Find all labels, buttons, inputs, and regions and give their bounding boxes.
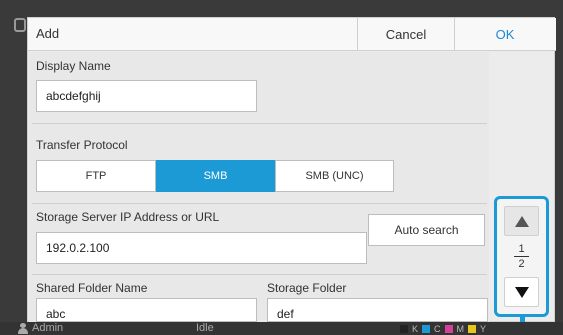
ink-y-label: Y <box>480 323 487 334</box>
form-panel: Display Name abcdefghij Transfer Protoco… <box>29 52 489 322</box>
ink-m-label: M <box>456 323 465 334</box>
separator <box>32 203 487 204</box>
ok-button[interactable]: OK <box>454 18 555 51</box>
background-icon <box>14 18 26 32</box>
protocol-option-smb-unc[interactable]: SMB (UNC) <box>275 160 394 192</box>
transfer-protocol-label: Transfer Protocol <box>36 138 128 152</box>
user-name: Admin <box>32 322 64 334</box>
add-dialog: Add Cancel OK Display Name abcdefghij Tr… <box>27 17 556 322</box>
display-name-input[interactable]: abcdefghij <box>36 80 257 112</box>
separator <box>32 123 487 124</box>
ink-k-label: K <box>412 323 419 334</box>
page-down-button[interactable] <box>504 277 539 307</box>
shared-folder-input[interactable]: abc <box>36 298 257 322</box>
protocol-option-ftp[interactable]: FTP <box>36 160 156 192</box>
shared-folder-label: Shared Folder Name <box>36 281 148 295</box>
total-page-number: 2 <box>518 258 525 270</box>
auto-search-button[interactable]: Auto search <box>368 214 485 246</box>
page-up-button[interactable] <box>504 206 539 236</box>
status-bar: Admin Idle K C M Y <box>0 322 563 335</box>
cancel-button[interactable]: Cancel <box>357 18 454 51</box>
page-navigator: 1 2 <box>494 196 549 317</box>
page-fraction-line <box>514 256 529 257</box>
display-name-label: Display Name <box>36 59 111 73</box>
ink-y-icon <box>468 325 477 333</box>
separator <box>32 274 487 275</box>
dialog-title: Add <box>36 26 60 41</box>
server-address-label: Storage Server IP Address or URL <box>36 210 220 224</box>
protocol-option-smb[interactable]: SMB <box>156 160 275 192</box>
ink-k-icon <box>400 325 408 333</box>
ink-m-icon <box>444 325 453 333</box>
current-page-number: 1 <box>518 243 525 255</box>
storage-folder-input[interactable]: def <box>267 298 488 322</box>
user-icon <box>18 323 28 334</box>
ink-c-icon <box>422 325 431 333</box>
server-address-input[interactable]: 192.0.2.100 <box>36 232 367 264</box>
dialog-header: Add Cancel OK <box>28 18 556 51</box>
ink-c-label: C <box>434 323 441 334</box>
storage-folder-label: Storage Folder <box>267 281 347 295</box>
ink-levels: K C M Y <box>400 324 486 334</box>
machine-status: Idle <box>196 322 214 334</box>
